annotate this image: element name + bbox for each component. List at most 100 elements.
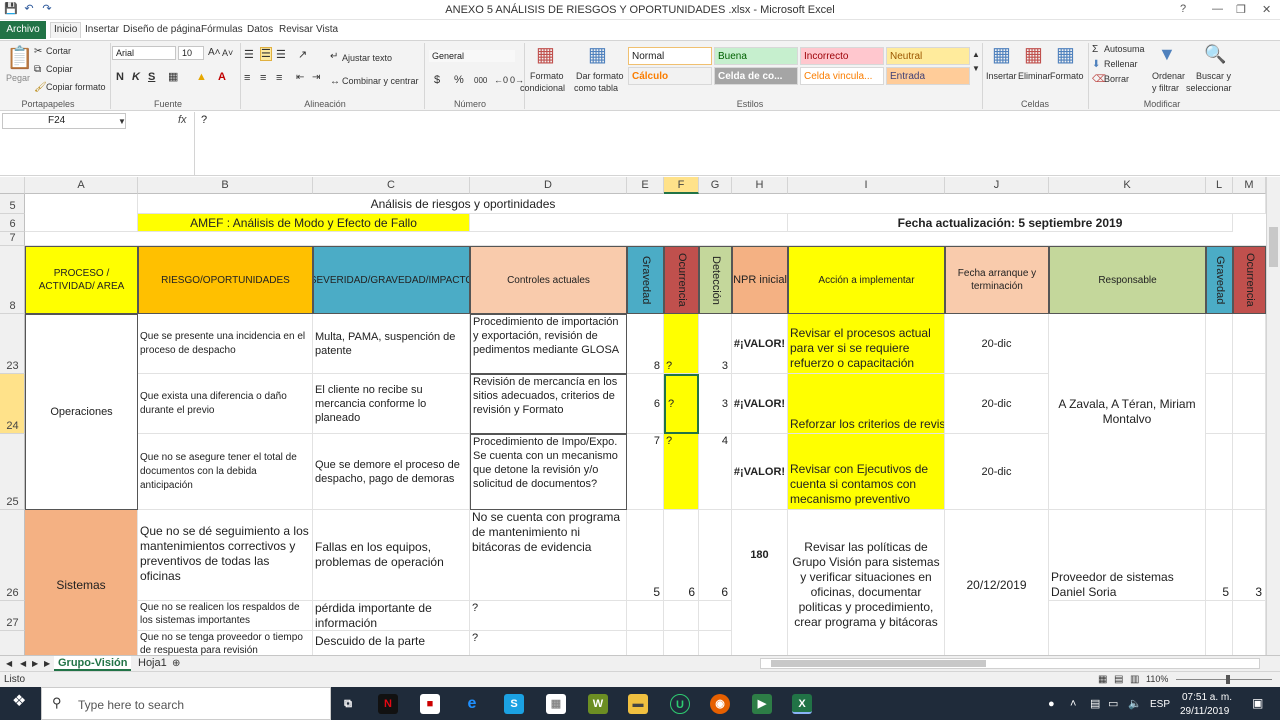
cell-m24[interactable] [1233, 374, 1266, 434]
cell-g23[interactable]: 3 [699, 314, 732, 374]
find-select-line1[interactable]: Buscar y [1196, 71, 1231, 81]
cell-k27[interactable] [1049, 601, 1206, 655]
column-header[interactable]: M [1233, 177, 1266, 194]
cell-h23[interactable]: #¡VALOR! [732, 314, 788, 374]
copy-button[interactable]: Copiar [46, 64, 73, 74]
app-icon-red[interactable]: ■ [420, 694, 440, 714]
header-gravedad-2[interactable]: Gravedad [1206, 246, 1233, 314]
column-header-selected[interactable]: F [664, 177, 699, 194]
netflix-icon[interactable]: N [378, 694, 398, 714]
cell-b25[interactable]: Que no se asegure tener el total de docu… [138, 434, 313, 510]
fill-button[interactable]: Rellenar [1104, 59, 1138, 69]
vertical-scrollbar[interactable] [1266, 177, 1280, 655]
column-header[interactable]: K [1049, 177, 1206, 194]
cell-d23[interactable]: Procedimiento de importación y exportaci… [470, 314, 627, 374]
header-deteccion[interactable]: Detección [699, 246, 732, 314]
tab-review[interactable]: Revisar [276, 23, 316, 39]
row-header[interactable]: 7 [0, 232, 25, 246]
store-icon[interactable]: ▦ [546, 694, 566, 714]
align-center-icon[interactable]: ≡ [260, 72, 266, 84]
chevron-up-icon[interactable]: ˄ [1070, 698, 1076, 710]
page-break-icon[interactable]: ▥ [1130, 674, 1139, 686]
horizontal-scrollbar[interactable] [760, 658, 1260, 669]
align-left-icon[interactable]: ≡ [244, 72, 250, 84]
page-layout-icon[interactable]: ▤ [1114, 674, 1123, 686]
cell-d25[interactable]: Procedimiento de Impo/Expo. Se cuenta co… [470, 434, 627, 510]
tab-view[interactable]: Vista [313, 23, 341, 39]
table-format-line1[interactable]: Dar formato [576, 71, 624, 81]
fx-icon[interactable]: fx [178, 114, 187, 126]
tab-file[interactable]: Archivo [0, 21, 46, 39]
new-sheet-icon[interactable]: ⊕ [172, 658, 180, 670]
wrap-text-button[interactable]: Ajustar texto [342, 53, 392, 63]
sort-filter-line1[interactable]: Ordenar [1152, 71, 1185, 81]
sheet-title[interactable]: Análisis de riesgos y oportinidades [138, 194, 788, 214]
row-header[interactable]: 5 [0, 194, 25, 214]
header-severidad[interactable]: SEVERIDAD/GRAVEDAD/IMPACTO [313, 246, 470, 314]
column-header[interactable]: B [138, 177, 313, 194]
cell-c25[interactable]: Que se demore el proceso de despacho, pa… [313, 434, 470, 510]
language-indicator[interactable]: ESP [1150, 699, 1170, 710]
cell-m27[interactable] [1233, 601, 1266, 655]
cell-g26[interactable]: 6 [699, 510, 732, 601]
cell-h25[interactable]: #¡VALOR! [732, 434, 788, 510]
battery-icon[interactable]: ▭ [1108, 698, 1118, 710]
style-input[interactable]: Entrada [886, 67, 970, 85]
row-header[interactable]: 26 [0, 510, 25, 601]
autosum-button[interactable]: Autosuma [1104, 44, 1145, 54]
help-icon[interactable]: ? [1180, 3, 1186, 15]
style-calculation[interactable]: Cálculo [628, 67, 712, 85]
column-header[interactable]: E [627, 177, 664, 194]
column-header[interactable]: J [945, 177, 1049, 194]
indent-decrease-icon[interactable]: ⇤ [296, 72, 304, 84]
zoom-slider-thumb[interactable] [1226, 675, 1230, 684]
zoom-slider[interactable] [1176, 675, 1272, 684]
borders-icon[interactable]: ▦ [168, 71, 178, 83]
network-icon[interactable]: ▤ [1090, 698, 1100, 710]
minimize-icon[interactable]: — [1212, 3, 1223, 15]
bold-button[interactable]: N [116, 71, 124, 83]
shrink-font-icon[interactable]: A˅ [222, 47, 233, 59]
cell-a5[interactable] [25, 194, 138, 232]
header-gravedad[interactable]: Gravedad [627, 246, 664, 314]
orientation-icon[interactable]: ↗ [298, 49, 307, 61]
restore-icon[interactable]: ❐ [1236, 3, 1246, 16]
file-explorer-icon[interactable]: ▬ [628, 694, 648, 714]
font-size-select[interactable]: 10 [178, 46, 204, 60]
row-header-selected[interactable]: 24 [0, 374, 25, 434]
grow-font-icon[interactable]: A˄ [208, 47, 221, 59]
header-riesgo[interactable]: RIESGO/OPORTUNIDADES [138, 246, 313, 314]
fecha-actualizacion[interactable]: Fecha actualización: 5 septiembre 2019 [788, 214, 1233, 232]
styles-scroll-down-icon[interactable]: ▼ [972, 63, 980, 75]
cell-b28[interactable]: Que no se tenga proveedor o tiempo de re… [138, 631, 313, 655]
cell-e23[interactable]: 8 [627, 314, 664, 374]
zoom-level[interactable]: 110% [1146, 674, 1168, 684]
cell-m26[interactable]: 3 [1233, 510, 1266, 601]
column-header[interactable]: L [1206, 177, 1233, 194]
find-select-line2[interactable]: seleccionar [1186, 83, 1232, 93]
row-header[interactable]: 6 [0, 214, 25, 232]
header-fecha[interactable]: Fecha arranque y terminación [945, 246, 1049, 314]
task-view-icon[interactable]: ⧉ [338, 694, 358, 714]
cell-e28[interactable] [627, 631, 664, 655]
last-sheet-icon[interactable]: ▶ [44, 658, 50, 670]
paste-icon[interactable]: 📋 [6, 47, 33, 69]
cell-j26[interactable]: 20/12/2019 [945, 510, 1049, 655]
app-icon-arrow[interactable]: ▶ [752, 694, 772, 714]
header-npr[interactable]: NPR inicial [732, 246, 788, 314]
cell-c24[interactable]: El cliente no recibe su mercancia confor… [313, 374, 470, 434]
clear-button[interactable]: Borrar [1104, 74, 1129, 84]
volume-icon[interactable]: 🔈 [1128, 698, 1142, 710]
responsable-operaciones[interactable]: A Zavala, A Téran, Miriam Montalvo [1049, 314, 1206, 510]
cell-f24-selected[interactable]: ? [664, 374, 699, 434]
align-middle-icon[interactable]: ☰ [260, 47, 272, 61]
cell-j25[interactable]: 20-dic [945, 434, 1049, 510]
tab-data[interactable]: Datos [244, 23, 276, 39]
cell-b24[interactable]: Que exista una diferencia o daño durante… [138, 374, 313, 434]
column-header[interactable]: A [25, 177, 138, 194]
area-sistemas[interactable]: Sistemas [25, 510, 138, 655]
italic-button[interactable]: K [132, 71, 140, 83]
cell-m25[interactable] [1233, 434, 1266, 510]
header-accion[interactable]: Acción a implementar [788, 246, 945, 314]
style-check-cell[interactable]: Celda de co... [714, 67, 798, 85]
